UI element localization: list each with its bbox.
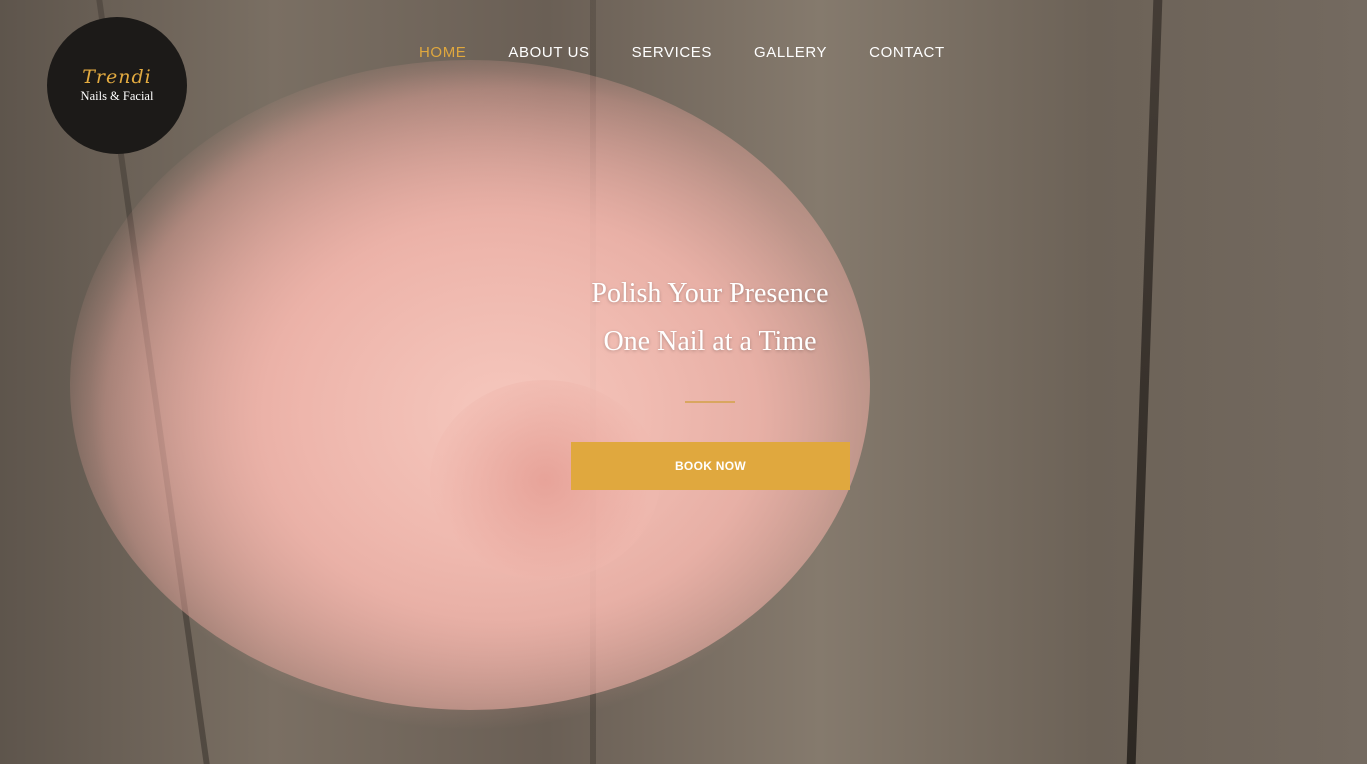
- book-now-button[interactable]: BOOK NOW: [571, 442, 850, 490]
- nav-services[interactable]: SERVICES: [632, 44, 712, 61]
- nav-home[interactable]: HOME: [419, 44, 466, 61]
- nav-gallery[interactable]: GALLERY: [754, 44, 827, 61]
- hero-headline-line1: Polish Your Presence: [591, 278, 829, 309]
- hero-headline: Polish Your Presence One Nail at a Time: [510, 270, 910, 366]
- logo-script-text: Trendi: [82, 65, 152, 88]
- main-nav: HOME ABOUT US SERVICES GALLERY CONTACT: [419, 44, 987, 61]
- hero-section: Trendi Nails & Facial HOME ABOUT US SERV…: [0, 0, 1367, 764]
- hero-headline-line2: One Nail at a Time: [603, 326, 817, 357]
- headline-divider: [685, 401, 735, 403]
- brand-logo[interactable]: Trendi Nails & Facial: [47, 17, 187, 154]
- nav-about-us[interactable]: ABOUT US: [508, 44, 589, 61]
- logo-subtitle: Nails & Facial: [80, 88, 154, 103]
- wood-plank-seam: [1126, 0, 1163, 764]
- nav-contact[interactable]: CONTACT: [869, 44, 945, 61]
- rose-image: [70, 60, 870, 710]
